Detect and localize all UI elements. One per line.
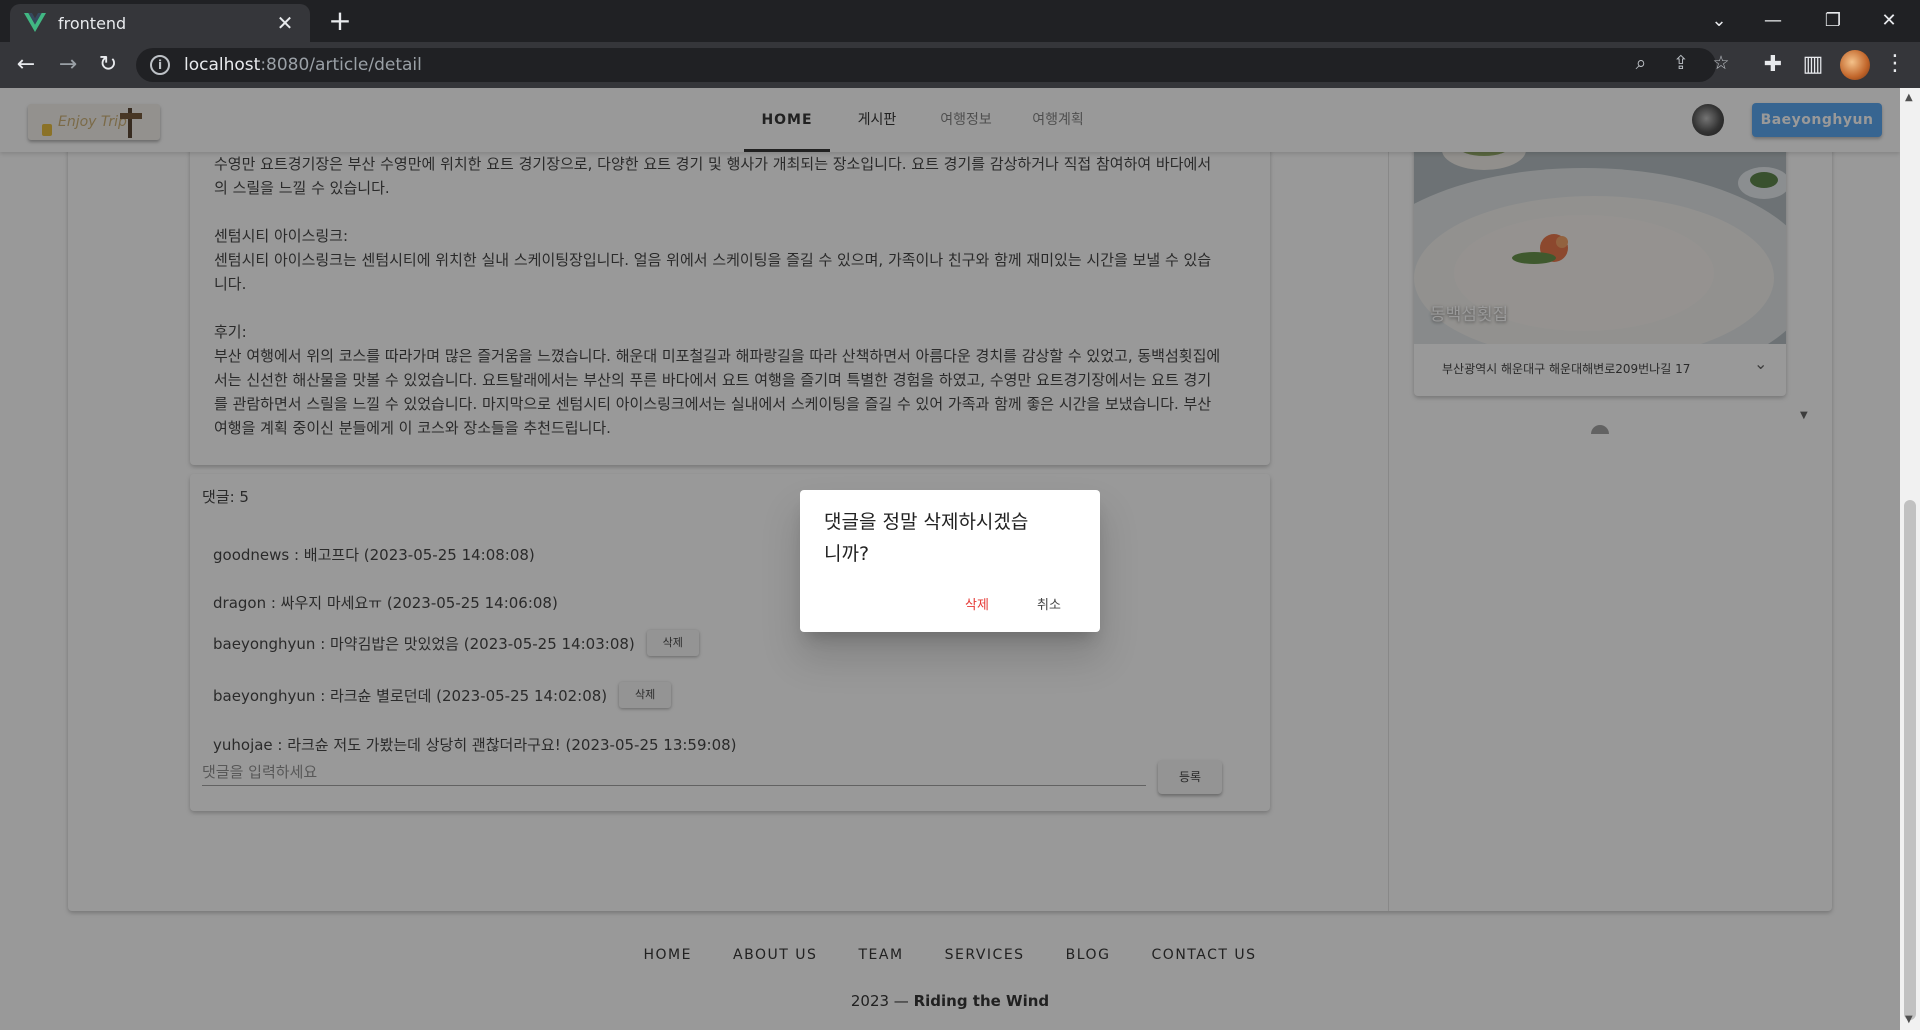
browser-tab[interactable]: frontend ✕	[10, 4, 310, 42]
delete-confirm-dialog: 댓글을 정말 삭제하시겠습니까? 삭제 취소	[800, 490, 1100, 632]
side-panel-icon[interactable]: ▥	[1797, 49, 1829, 81]
dialog-cancel-button[interactable]: 취소	[1037, 594, 1061, 613]
scrollbar-thumb[interactable]	[1904, 500, 1916, 1020]
url-path: :8080/article/detail	[260, 55, 422, 75]
minimize-icon[interactable]: —	[1750, 4, 1796, 38]
new-tab-icon[interactable]: +	[324, 6, 356, 38]
back-icon[interactable]: ←	[10, 49, 42, 81]
reload-icon[interactable]: ↻	[92, 49, 124, 81]
browser-menu-icon[interactable]: ⋮	[1882, 49, 1908, 81]
share-icon[interactable]: ⇪	[1667, 49, 1695, 77]
zoom-icon[interactable]: ⌕	[1627, 49, 1655, 77]
url-host: localhost	[184, 55, 261, 75]
forward-icon[interactable]: →	[52, 49, 84, 81]
dialog-title: 댓글을 정말 삭제하시겠습니까?	[824, 511, 1029, 565]
scroll-up-icon[interactable]: ▲	[1905, 92, 1913, 103]
close-window-icon[interactable]: ✕	[1866, 4, 1912, 38]
extensions-icon[interactable]: ✚	[1757, 49, 1789, 81]
address-bar[interactable]: i localhost:8080/article/detail	[136, 48, 1716, 82]
restore-icon[interactable]: ❐	[1810, 4, 1856, 38]
site-info-icon[interactable]: i	[150, 55, 170, 75]
close-tab-icon[interactable]: ✕	[274, 11, 296, 35]
tab-title: frontend	[58, 13, 127, 33]
browser-tabbar: frontend ✕ + ⌄ — ❐ ✕	[0, 0, 1920, 42]
page-viewport: 수영만 요트경기장은 부산 수영만에 위치한 요트 경기장으로, 다양한 요트 …	[0, 88, 1900, 1030]
scroll-down-icon[interactable]: ▼	[1905, 1014, 1913, 1025]
page-scrollbar[interactable]: ▲ ▼	[1900, 88, 1920, 1030]
browser-toolbar: ← → ↻ i localhost:8080/article/detail ⌕ …	[0, 42, 1920, 88]
tab-search-icon[interactable]: ⌄	[1696, 4, 1742, 38]
profile-avatar[interactable]	[1840, 50, 1870, 80]
bookmark-star-icon[interactable]: ☆	[1707, 49, 1735, 77]
vue-logo-icon	[24, 13, 46, 32]
dialog-delete-button[interactable]: 삭제	[965, 594, 989, 613]
